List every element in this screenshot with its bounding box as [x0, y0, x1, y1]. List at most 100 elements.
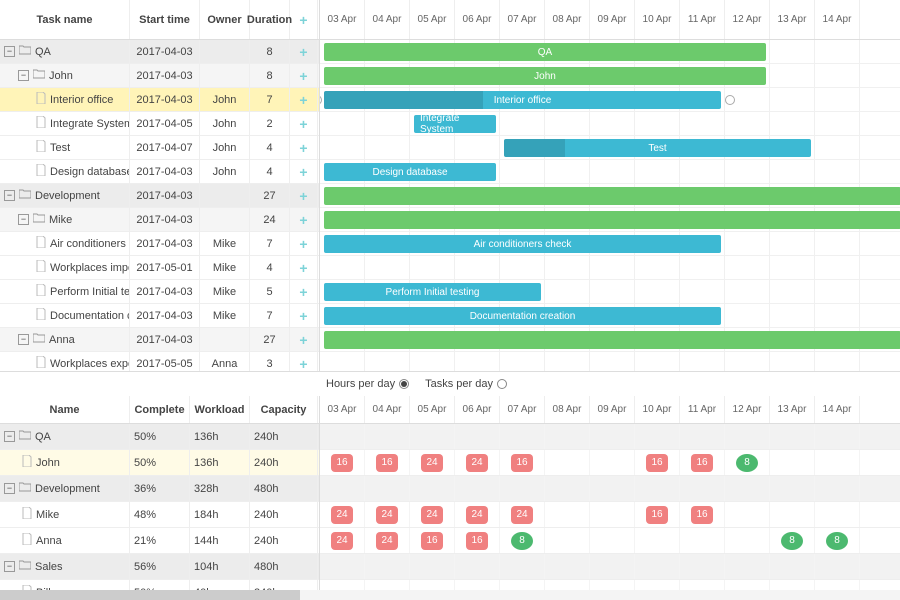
document-icon — [22, 455, 32, 470]
task-row[interactable]: Integrate System2017-04-05John2+ — [0, 112, 319, 136]
comp-cell: 48% — [130, 502, 190, 527]
collapse-toggle[interactable]: − — [18, 214, 29, 225]
hours-cell — [770, 502, 815, 527]
col-capacity[interactable]: Capacity — [250, 396, 318, 423]
hours-cell — [770, 476, 815, 501]
task-row[interactable]: Design database2017-04-03John4+ — [0, 160, 319, 184]
add-task-button[interactable]: + — [290, 112, 318, 135]
horizontal-scrollbar[interactable] — [0, 590, 900, 600]
add-task-button[interactable]: + — [290, 160, 318, 183]
duration-cell: 7 — [250, 232, 290, 255]
hours-cell — [410, 424, 455, 449]
add-task-button[interactable]: + — [290, 40, 318, 63]
task-row[interactable]: Documentation creation2017-04-03Mike7+ — [0, 304, 319, 328]
gantt-bar[interactable] — [324, 211, 900, 229]
add-task-button[interactable]: + — [290, 256, 318, 279]
hours-cell: 24 — [455, 502, 500, 527]
gantt-bar[interactable]: Interior office — [324, 91, 721, 109]
gantt-bar[interactable] — [324, 331, 900, 349]
gantt-bar[interactable]: Test — [504, 139, 811, 157]
col-duration[interactable]: Duration — [250, 0, 290, 39]
task-row[interactable]: −John2017-04-038+ — [0, 64, 319, 88]
hours-per-day-radio[interactable]: Hours per day — [326, 378, 409, 390]
add-task-button[interactable]: + — [290, 208, 318, 231]
col-complete[interactable]: Complete — [130, 396, 190, 423]
add-task-button[interactable]: + — [290, 88, 318, 111]
task-name-label: Design database — [50, 166, 130, 178]
hours-cell — [680, 424, 725, 449]
hours-pill: 16 — [646, 454, 668, 472]
resource-row[interactable]: Mike48%184h240h — [0, 502, 319, 528]
task-row[interactable]: Workplaces exportation2017-05-05Anna3+ — [0, 352, 319, 371]
resource-row[interactable]: John50%136h240h — [0, 450, 319, 476]
task-row[interactable]: Interior office2017-04-03John7+ — [0, 88, 319, 112]
hours-pill: 24 — [331, 506, 353, 524]
add-column-button[interactable]: + — [290, 0, 318, 39]
gantt-bar[interactable]: QA — [324, 43, 766, 61]
collapse-toggle[interactable]: − — [4, 431, 15, 442]
hours-row — [320, 554, 900, 580]
collapse-toggle[interactable]: − — [4, 190, 15, 201]
add-task-button[interactable]: + — [290, 184, 318, 207]
date-header: 05 Apr — [410, 0, 455, 39]
hours-cell: 16 — [680, 450, 725, 475]
hours-cell: 24 — [320, 502, 365, 527]
scrollbar-thumb[interactable] — [0, 590, 300, 600]
gantt-bar[interactable]: Integrate System — [414, 115, 496, 133]
resource-row[interactable]: −Sales56%104h480h — [0, 554, 319, 580]
collapse-toggle[interactable]: − — [4, 46, 15, 57]
timeline-row: Design database — [320, 160, 900, 184]
resource-row[interactable]: −QA50%136h240h — [0, 424, 319, 450]
col-owner[interactable]: Owner — [200, 0, 250, 39]
cap-cell: 240h — [250, 424, 318, 449]
col-name[interactable]: Name — [0, 396, 130, 423]
task-row[interactable]: Perform Initial testing2017-04-03Mike5+ — [0, 280, 319, 304]
add-task-button[interactable]: + — [290, 304, 318, 327]
tasks-per-day-radio[interactable]: Tasks per day — [425, 378, 507, 390]
add-task-button[interactable]: + — [290, 232, 318, 255]
date-header: 13 Apr — [770, 0, 815, 39]
work-cell: 144h — [190, 528, 250, 553]
hours-cell — [590, 554, 635, 579]
gantt-bar[interactable]: Air conditioners check — [324, 235, 721, 253]
hours-cell — [320, 554, 365, 579]
work-cell: 136h — [190, 450, 250, 475]
task-row[interactable]: −Anna2017-04-0327+ — [0, 328, 319, 352]
owner-cell: Mike — [200, 304, 250, 327]
bar-handle-right[interactable] — [725, 95, 735, 105]
add-task-button[interactable]: + — [290, 280, 318, 303]
gantt-timeline[interactable]: 03 Apr04 Apr05 Apr06 Apr07 Apr08 Apr09 A… — [320, 0, 900, 371]
add-task-button[interactable]: + — [290, 136, 318, 159]
col-start-time[interactable]: Start time — [130, 0, 200, 39]
task-row[interactable]: −Mike2017-04-0324+ — [0, 208, 319, 232]
task-row[interactable]: −QA2017-04-038+ — [0, 40, 319, 64]
gantt-bar[interactable] — [324, 187, 900, 205]
add-task-button[interactable]: + — [290, 352, 318, 371]
duration-cell: 7 — [250, 88, 290, 111]
gantt-bar[interactable]: John — [324, 67, 766, 85]
hours-row — [320, 424, 900, 450]
task-row[interactable]: −Development2017-04-0327+ — [0, 184, 319, 208]
collapse-toggle[interactable]: − — [4, 483, 15, 494]
collapse-toggle[interactable]: − — [18, 70, 29, 81]
date-header: 09 Apr — [590, 396, 635, 423]
task-row[interactable]: Workplaces importation2017-05-01Mike4+ — [0, 256, 319, 280]
col-workload[interactable]: Workload — [190, 396, 250, 423]
gantt-bar[interactable]: Design database — [324, 163, 496, 181]
gantt-bar[interactable]: Perform Initial testing — [324, 283, 541, 301]
task-row[interactable]: Test2017-04-07John4+ — [0, 136, 319, 160]
collapse-toggle[interactable]: − — [4, 561, 15, 572]
timeline-row: Integrate System — [320, 112, 900, 136]
add-task-button[interactable]: + — [290, 328, 318, 351]
task-name-label: Workplaces importation — [50, 262, 130, 274]
gantt-bar[interactable]: Documentation creation — [324, 307, 721, 325]
col-task-name[interactable]: Task name — [0, 0, 130, 39]
bar-handle-left[interactable] — [320, 95, 322, 105]
collapse-toggle[interactable]: − — [18, 334, 29, 345]
resource-row[interactable]: −Development36%328h480h — [0, 476, 319, 502]
hours-pill: 24 — [421, 454, 443, 472]
timeline-row — [320, 208, 900, 232]
task-row[interactable]: Air conditioners check2017-04-03Mike7+ — [0, 232, 319, 256]
resource-row[interactable]: Anna21%144h240h — [0, 528, 319, 554]
add-task-button[interactable]: + — [290, 64, 318, 87]
